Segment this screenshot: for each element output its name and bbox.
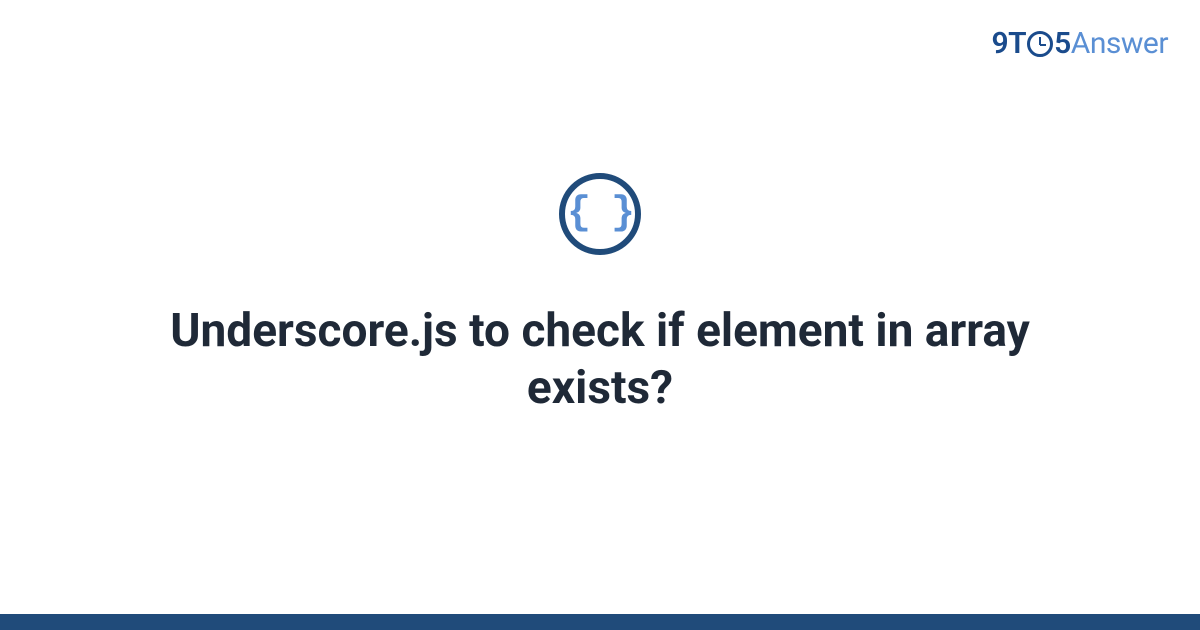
code-braces-icon: { } [559, 173, 641, 255]
footer-accent-bar [0, 614, 1200, 630]
main-content: { } Underscore.js to check if element in… [0, 0, 1200, 630]
page-title: Underscore.js to check if element in arr… [140, 303, 1060, 418]
code-braces-glyph: { } [567, 194, 633, 234]
